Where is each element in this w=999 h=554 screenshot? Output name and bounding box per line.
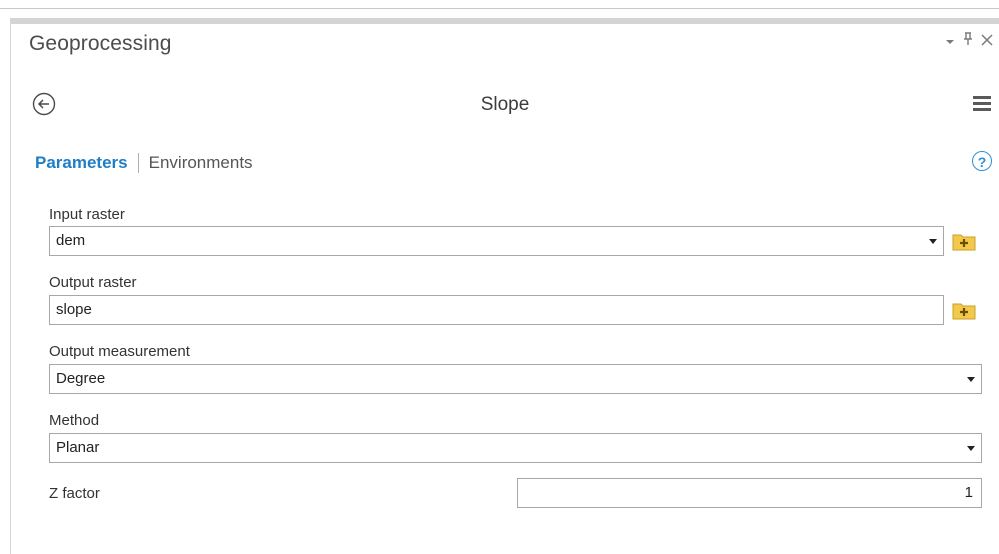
chevron-down-icon[interactable]: [945, 33, 955, 49]
pane-controls: [945, 32, 993, 49]
input-raster-label: Input raster: [49, 206, 125, 223]
output-raster-label: Output raster: [49, 274, 137, 291]
browse-folder-icon[interactable]: [951, 298, 977, 322]
window-divider: [0, 8, 999, 9]
z-factor-value: 1: [964, 484, 973, 501]
geoprocessing-pane: Geoprocessing Slope Parameters Environme…: [10, 18, 999, 554]
close-icon[interactable]: [981, 33, 993, 49]
input-raster-value: dem: [56, 232, 86, 249]
method-dropdown[interactable]: Planar: [49, 433, 982, 463]
z-factor-label: Z factor: [49, 485, 100, 502]
output-measurement-label: Output measurement: [49, 343, 190, 360]
chevron-down-icon: [967, 377, 975, 382]
page: Geoprocessing Slope Parameters Environme…: [0, 0, 999, 554]
chevron-down-icon: [929, 239, 937, 244]
tab-separator: [137, 153, 139, 173]
tool-title: Slope: [480, 94, 530, 115]
chevron-down-icon: [967, 446, 975, 451]
output-raster-input[interactable]: slope: [49, 295, 944, 325]
output-raster-value: slope: [56, 301, 92, 318]
pane-title: Geoprocessing: [29, 32, 172, 55]
method-label: Method: [49, 412, 100, 429]
help-icon[interactable]: ?: [972, 151, 992, 171]
tab-environments[interactable]: Environments: [149, 153, 253, 173]
tab-bar: Parameters Environments: [35, 153, 253, 173]
method-value: Planar: [56, 439, 100, 456]
output-measurement-value: Degree: [56, 370, 106, 387]
browse-folder-icon[interactable]: [951, 229, 977, 253]
pin-icon[interactable]: [963, 32, 973, 49]
input-raster-dropdown[interactable]: dem: [49, 226, 944, 256]
output-measurement-dropdown[interactable]: Degree: [49, 364, 982, 394]
hamburger-menu-icon[interactable]: [973, 96, 991, 112]
z-factor-input[interactable]: 1: [517, 478, 982, 508]
pane-top-border: [11, 18, 999, 24]
tab-parameters[interactable]: Parameters: [35, 153, 128, 173]
